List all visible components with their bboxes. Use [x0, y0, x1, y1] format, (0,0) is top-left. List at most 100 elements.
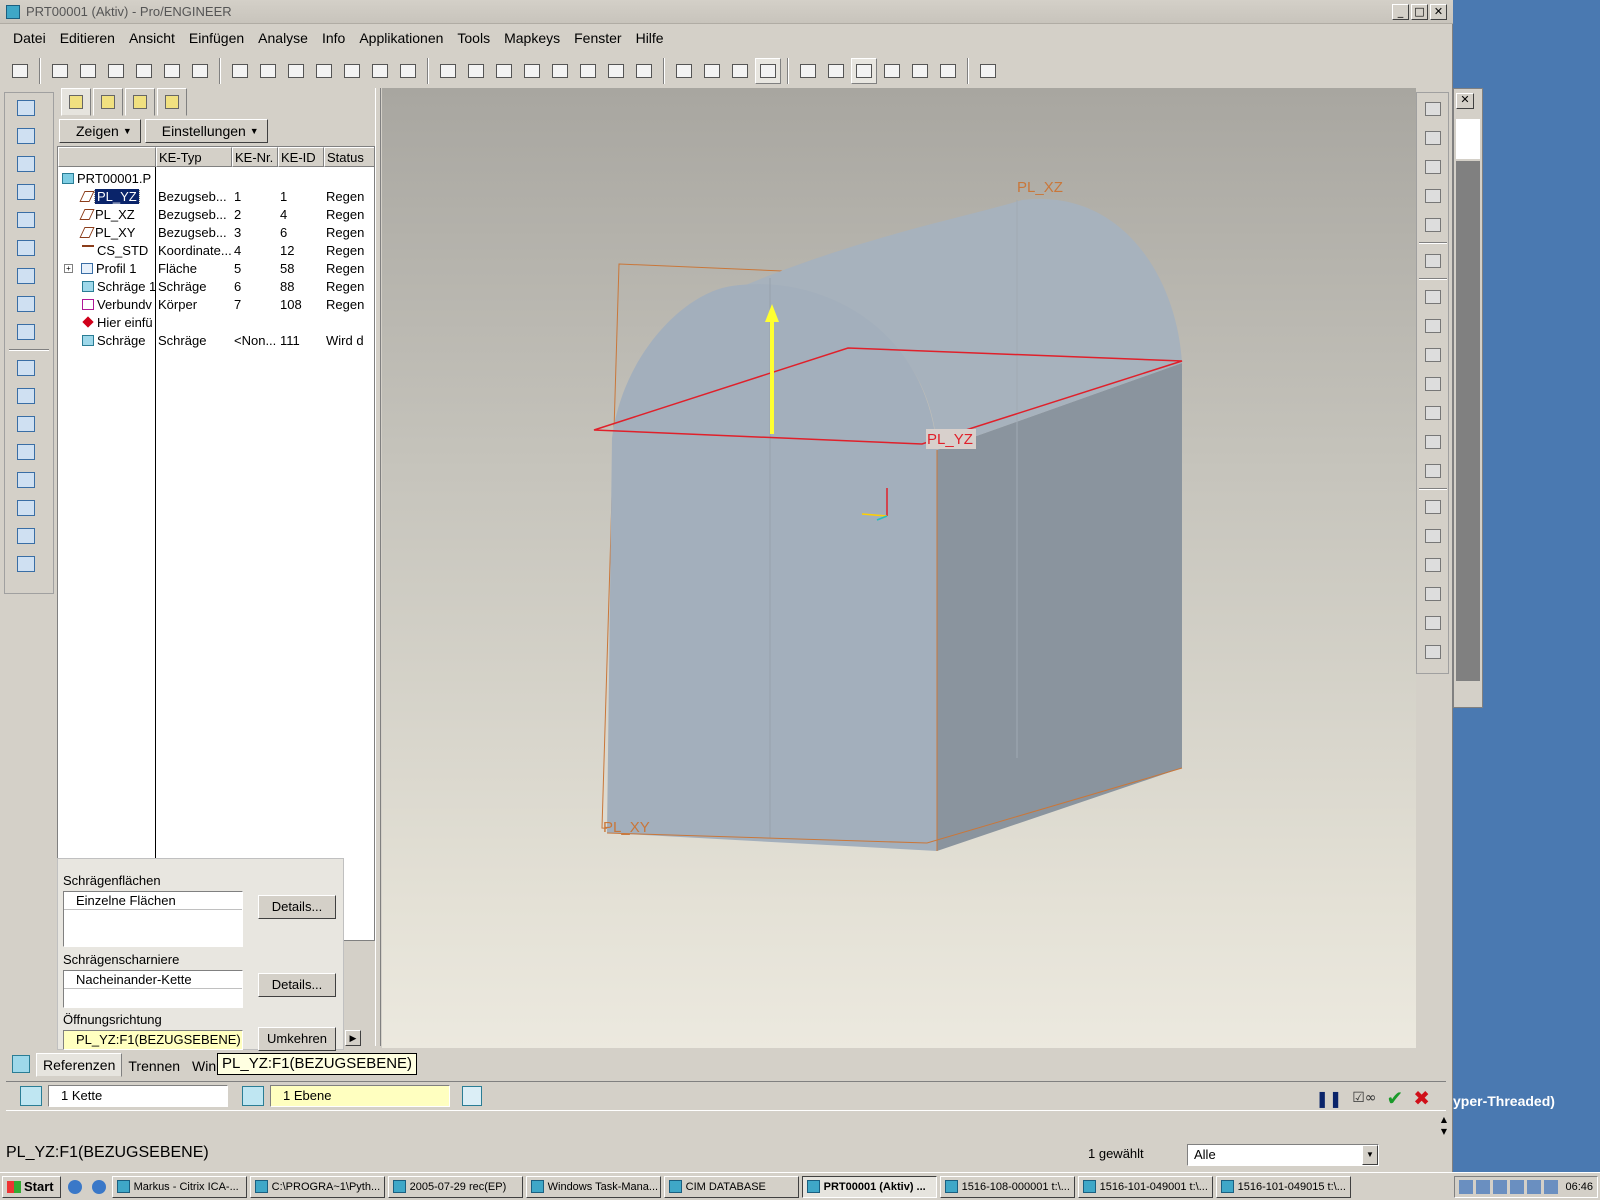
refit-button[interactable] — [575, 58, 601, 84]
coordinate-system-tool-button[interactable] — [11, 523, 41, 549]
rib-tool-button[interactable] — [1420, 552, 1446, 578]
mirror-tool-button[interactable] — [1420, 284, 1446, 310]
selection-box-button[interactable] — [395, 58, 421, 84]
context-help-button[interactable] — [975, 58, 1001, 84]
send-mail-button[interactable] — [159, 58, 185, 84]
shell-tool-button[interactable] — [1420, 523, 1446, 549]
accept-check-icon[interactable]: ✔ — [1386, 1086, 1403, 1110]
open-file-button[interactable] — [75, 58, 101, 84]
panel-scroll-right-button[interactable]: ▶ — [345, 1030, 361, 1046]
taskbar-item-active[interactable]: PRT00001 (Aktiv) ... — [801, 1175, 937, 1198]
layer-button[interactable] — [795, 58, 821, 84]
draft-tool-button[interactable] — [1420, 581, 1446, 607]
tab-model-tree[interactable] — [61, 88, 91, 116]
hole-tool-button[interactable] — [1420, 494, 1446, 520]
measure-tool-button[interactable] — [11, 179, 41, 205]
column-header-id[interactable]: KE-ID — [278, 147, 324, 167]
tree-root-row[interactable]: PRT00001.P — [58, 169, 374, 187]
taskbar-item[interactable]: Windows Task-Mana... — [525, 1175, 661, 1198]
show-dropdown-button[interactable]: Zeigen ▼ — [59, 119, 141, 143]
tray-monitor-icon[interactable] — [1527, 1180, 1542, 1194]
menu-mapkeys[interactable]: Mapkeys — [504, 30, 560, 46]
regenerate-button[interactable] — [435, 58, 461, 84]
taskbar-item[interactable]: CIM DATABASE — [663, 1175, 799, 1198]
tree-row[interactable]: + Profil 1 Fläche 5 58 Regen — [58, 259, 374, 277]
tree-row[interactable]: PL_YZ Bezugseb... 1 1 Regen — [58, 187, 374, 205]
datum-axes-button[interactable] — [823, 58, 849, 84]
zoom-out-button[interactable] — [547, 58, 573, 84]
tab-favorites[interactable] — [125, 88, 155, 116]
draft-hinges-collector[interactable]: Nacheinander-Kette — [63, 970, 243, 1008]
tree-row[interactable]: PL_XZ Bezugseb... 2 4 Regen — [58, 205, 374, 223]
extrude-tool-button[interactable] — [1420, 96, 1446, 122]
hinge-chain-collector[interactable]: 1 Kette — [48, 1085, 228, 1107]
quicklaunch-browser[interactable] — [89, 1177, 109, 1197]
model-tree-toggle-button[interactable] — [7, 58, 33, 84]
tray-network-icon[interactable] — [1459, 1180, 1474, 1194]
tab-trennen[interactable]: Trennen — [122, 1055, 186, 1077]
column-header-name[interactable] — [58, 147, 156, 167]
merge-tool-button[interactable] — [1420, 342, 1446, 368]
datum-points-button[interactable] — [879, 58, 905, 84]
redo-button[interactable] — [255, 58, 281, 84]
datum-plane-tool-button[interactable] — [11, 439, 41, 465]
tab-connections[interactable] — [157, 88, 187, 116]
background-window[interactable]: ✕ — [1453, 88, 1483, 708]
pattern-tool-button[interactable] — [1420, 400, 1446, 426]
taskbar-item[interactable]: 2005-07-29 rec(EP) — [387, 1175, 523, 1198]
close-icon[interactable]: ✕ — [1456, 93, 1474, 109]
relations-tool-button[interactable] — [11, 123, 41, 149]
draft-surfaces-collector[interactable]: Einzelne Flächen — [63, 891, 243, 947]
pipe-tool-button[interactable] — [11, 291, 41, 317]
quicklaunch-desktop[interactable] — [65, 1177, 85, 1197]
tree-row[interactable]: Schräge 1 Schräge 6 88 Regen — [58, 277, 374, 295]
menu-ansicht[interactable]: Ansicht — [129, 30, 175, 46]
column-header-type[interactable]: KE-Typ — [156, 147, 232, 167]
sketch-tool-button[interactable] — [11, 383, 41, 409]
flip-pull-direction-icon[interactable] — [462, 1086, 482, 1106]
minimize-button[interactable]: _ — [1392, 4, 1409, 20]
curve-tool-button[interactable] — [11, 495, 41, 521]
style-tool-button[interactable] — [1420, 248, 1446, 274]
copy-button[interactable] — [311, 58, 337, 84]
selection-filter-select[interactable]: Alle ▼ — [1187, 1144, 1379, 1166]
message-scroll-arrows[interactable]: ▲ ▼ — [1437, 1114, 1451, 1140]
send-link-button[interactable] — [187, 58, 213, 84]
paste-special-button[interactable] — [367, 58, 393, 84]
zoom-in-button[interactable] — [519, 58, 545, 84]
tree-row[interactable]: Hier einfü — [58, 313, 374, 331]
expand-plus-icon[interactable]: + — [64, 263, 73, 273]
menu-datei[interactable]: Datei — [13, 30, 46, 46]
extend-tool-button[interactable] — [1420, 458, 1446, 484]
taskbar-item[interactable]: C:\PROGRA~1\Pyth... — [249, 1175, 385, 1198]
boundary-blend-tool-button[interactable] — [1420, 212, 1446, 238]
manikin-tool-button[interactable] — [11, 263, 41, 289]
datum-axis-tool-button[interactable] — [11, 467, 41, 493]
menu-editieren[interactable]: Editieren — [60, 30, 115, 46]
undo-button[interactable] — [227, 58, 253, 84]
taskbar-item[interactable]: 1516-108-000001 t:\... — [939, 1175, 1075, 1198]
draft-hinges-details-button[interactable]: Details... — [258, 973, 336, 997]
taskbar-item[interactable]: 1516-101-049001 t:\... — [1077, 1175, 1213, 1198]
no-hidden-button[interactable] — [727, 58, 753, 84]
hidden-line-button[interactable] — [699, 58, 725, 84]
datum-planes-button[interactable] — [851, 58, 877, 84]
menu-fenster[interactable]: Fenster — [574, 30, 621, 46]
column-header-nr[interactable]: KE-Nr. — [232, 147, 278, 167]
menu-analyse[interactable]: Analyse — [258, 30, 308, 46]
datum-curve-tool-button[interactable] — [11, 411, 41, 437]
print-button[interactable] — [131, 58, 157, 84]
tab-referenzen[interactable]: Referenzen — [36, 1053, 123, 1077]
tree-row[interactable]: CS_STD Koordinate... 4 12 Regen — [58, 241, 374, 259]
maximize-button[interactable]: □ — [1411, 4, 1428, 20]
shading-button[interactable] — [755, 58, 781, 84]
cancel-x-icon[interactable]: ✖ — [1413, 1086, 1430, 1110]
datum-point-tool-button[interactable] — [11, 355, 41, 381]
regen-manager-button[interactable] — [463, 58, 489, 84]
mass-properties-tool-button[interactable] — [11, 319, 41, 345]
start-button[interactable]: Start — [2, 1175, 61, 1198]
blend-tool-button[interactable] — [1420, 183, 1446, 209]
repaint-button[interactable] — [491, 58, 517, 84]
close-button[interactable]: ✕ — [1430, 4, 1447, 20]
chamfer-tool-button[interactable] — [1420, 639, 1446, 665]
